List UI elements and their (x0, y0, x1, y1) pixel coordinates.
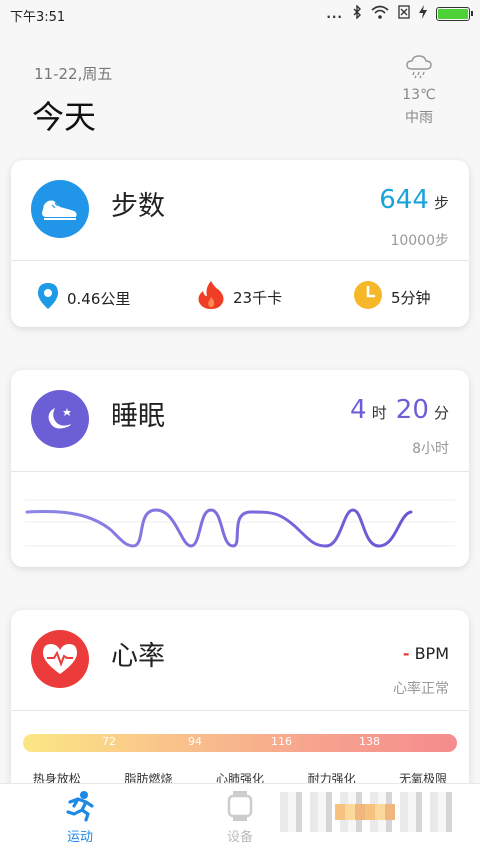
divider (11, 260, 469, 261)
shoe-icon (31, 180, 89, 238)
sleep-wave-chart (25, 499, 455, 548)
charging-icon (419, 5, 427, 22)
steps-goal: 10000步 (390, 233, 449, 249)
heart-card[interactable]: 心率 - BPM 心率正常 72 94 116 138 热身放松 脂肪燃烧 心肺… (11, 610, 469, 810)
status-icons: ... (326, 4, 473, 22)
zone-threshold: 72 (102, 735, 116, 748)
sleep-wave-line (25, 508, 413, 548)
sim-x-icon (398, 5, 410, 22)
status-time: 下午3:51 (10, 10, 66, 25)
duration-value: 5分钟 (391, 288, 431, 307)
rain-cloud-icon (384, 55, 454, 83)
duration-stat: 5分钟 (353, 280, 431, 314)
signal-dots: ... (326, 6, 343, 21)
flame-icon (197, 280, 225, 314)
page-title: 今天 (32, 98, 97, 136)
sleep-value-group: 4 时 20 分 (350, 395, 449, 425)
calories-stat: 23千卡 (197, 280, 282, 314)
distance-value: 0.46公里 (67, 289, 131, 308)
divider (11, 710, 469, 711)
steps-value: 644 (379, 185, 429, 215)
steps-title: 步数 (111, 191, 165, 222)
calories-value: 23千卡 (233, 288, 283, 307)
wifi-icon (371, 5, 389, 22)
nav-tab-sport[interactable]: 运动 (40, 790, 120, 845)
steps-value-group: 644 步 (379, 185, 449, 215)
status-bar: 下午3:51 ... (0, 0, 480, 28)
battery-icon (436, 6, 473, 21)
heart-value: - (402, 644, 410, 663)
obscured-region (280, 792, 460, 832)
distance-stat: 0.46公里 (37, 282, 130, 314)
location-pin-icon (37, 282, 59, 314)
bottom-nav: 运动 设备 (0, 783, 480, 853)
running-icon (40, 790, 120, 826)
weather-temp: 13℃ (402, 87, 436, 103)
heart-zone-bar: 72 94 116 138 (23, 734, 457, 752)
clock-icon (353, 280, 383, 314)
moon-icon (31, 390, 89, 448)
heart-title: 心率 (111, 641, 165, 672)
sleep-title: 睡眠 (111, 401, 165, 432)
sleep-hours-unit: 时 (371, 404, 387, 422)
zone-threshold: 116 (271, 735, 292, 748)
nav-label: 设备 (226, 830, 253, 845)
steps-unit: 步 (433, 194, 449, 212)
sleep-minutes-unit: 分 (433, 404, 449, 422)
sleep-goal: 8小时 (412, 441, 449, 457)
heart-status: 心率正常 (393, 681, 449, 697)
sleep-minutes: 20 (395, 395, 429, 425)
watch-icon (200, 790, 280, 826)
weather-desc: 中雨 (405, 110, 433, 126)
bluetooth-icon (352, 4, 362, 22)
current-date: 11-22,周五 (34, 65, 113, 83)
sleep-card[interactable]: 睡眠 4 时 20 分 8小时 (11, 370, 469, 567)
weather-widget[interactable]: 13℃ 中雨 (384, 55, 454, 127)
zone-threshold: 94 (188, 735, 202, 748)
nav-label: 运动 (66, 830, 93, 845)
nav-tab-device[interactable]: 设备 (200, 790, 280, 845)
sleep-hours: 4 (350, 395, 367, 425)
heart-unit: BPM (414, 644, 449, 663)
zone-threshold: 138 (359, 735, 380, 748)
steps-card[interactable]: 步数 644 步 10000步 0.46公里 23千卡 5分钟 (11, 160, 469, 327)
heart-icon (31, 630, 89, 688)
heart-value-group: - BPM (403, 644, 449, 663)
